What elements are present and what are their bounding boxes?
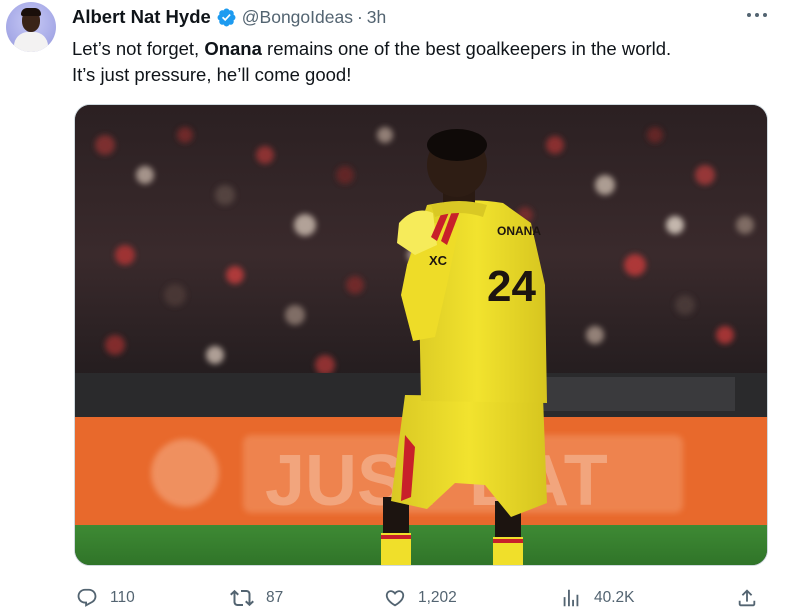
- action-bar: 110 87 1,202 40.2K: [72, 584, 772, 612]
- tweet-timestamp[interactable]: 3h: [367, 7, 386, 28]
- like-button[interactable]: 1,202: [384, 584, 457, 612]
- views-icon: [560, 587, 582, 609]
- more-icon[interactable]: [744, 6, 770, 24]
- separator-dot: ·: [356, 6, 363, 27]
- share-button[interactable]: [736, 584, 758, 612]
- share-icon: [736, 587, 758, 609]
- like-count: 1,202: [418, 589, 457, 606]
- tweet-text-line-1: Let’s not forget, Onana remains one of t…: [72, 38, 672, 59]
- tweet-image[interactable]: JUST EAT 24 ONANA XC: [74, 104, 768, 566]
- repost-button[interactable]: 87: [230, 584, 283, 612]
- reply-icon: [76, 587, 98, 609]
- shirt-sponsor: XC: [429, 253, 448, 268]
- jersey-name: ONANA: [497, 224, 541, 238]
- tweet-text-line-2: It’s just pressure, he’ll come good!: [72, 64, 352, 85]
- repost-icon: [230, 586, 254, 610]
- avatar[interactable]: [6, 2, 56, 52]
- repost-count: 87: [266, 589, 284, 606]
- reply-count: 110: [110, 589, 135, 606]
- jersey-number: 24: [487, 262, 536, 311]
- views-button[interactable]: 40.2K: [560, 584, 635, 612]
- views-count: 40.2K: [594, 589, 635, 606]
- tweet-header: Albert Nat Hyde @BongoIdeas · 3h: [72, 4, 800, 30]
- tweet-text: Let’s not forget, Onana remains one of t…: [72, 36, 792, 88]
- reply-button[interactable]: 110: [76, 584, 135, 612]
- tweet-text-bold: Onana: [204, 38, 262, 59]
- author-handle[interactable]: @BongoIdeas: [242, 7, 353, 28]
- like-icon: [384, 587, 406, 609]
- verified-badge-icon[interactable]: [216, 7, 237, 28]
- author-name[interactable]: Albert Nat Hyde: [72, 6, 211, 28]
